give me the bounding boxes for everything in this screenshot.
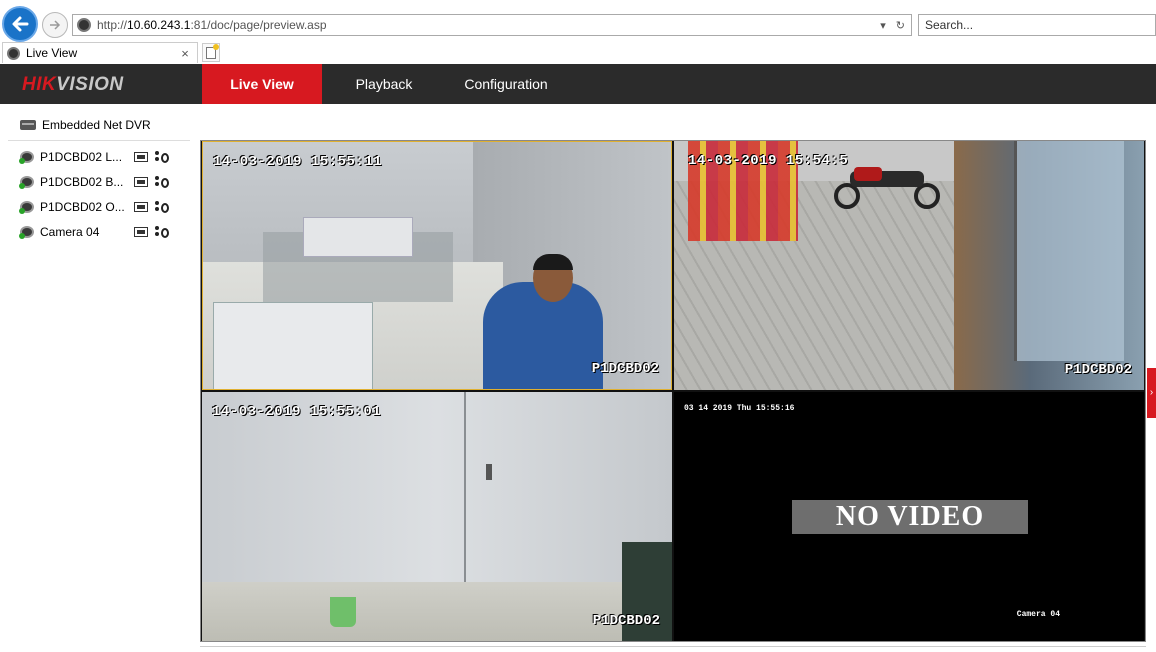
new-tab-icon <box>206 43 219 59</box>
panel-collapse-handle[interactable]: › <box>1147 368 1156 418</box>
camera-label: P1DCBD02 L... <box>40 150 123 164</box>
osd-timestamp: 14-03-2019 15:54:5 <box>688 153 849 169</box>
divider <box>200 646 1146 647</box>
address-bar[interactable]: http://10.60.243.1:81/doc/page/preview.a… <box>72 14 912 36</box>
osd-channel-name: P1DCBD02 <box>592 613 660 629</box>
camera-item[interactable]: P1DCBD02 O... <box>19 198 180 216</box>
divider <box>8 140 190 141</box>
app-topbar: HIKVISION Live View Playback Configurati… <box>0 64 1156 104</box>
device-tree-root[interactable]: Embedded Net DVR <box>20 118 151 132</box>
ptz-control-icon[interactable] <box>154 200 170 214</box>
url-text[interactable]: http://10.60.243.1:81/doc/page/preview.a… <box>97 18 880 32</box>
browser-tab-live-view[interactable]: Live View × <box>2 42 198 63</box>
camera-label: P1DCBD02 B... <box>40 175 124 189</box>
tab-title: Live View <box>26 46 78 60</box>
record-icon[interactable] <box>134 152 148 162</box>
video-tile-2[interactable]: 14-03-2019 15:54:5 P1DCBD02 <box>674 141 1144 390</box>
tab-configuration[interactable]: Configuration <box>446 64 566 104</box>
refresh-icon[interactable]: ↻ <box>896 19 905 32</box>
dvr-icon <box>20 120 36 130</box>
ptz-control-icon[interactable] <box>154 225 170 239</box>
site-icon <box>77 18 91 32</box>
video-tile-3[interactable]: 14-03-2019 15:55:01 P1DCBD02 <box>202 392 672 641</box>
osd-timestamp: 03 14 2019 Thu 15:55:16 <box>684 404 795 413</box>
record-icon[interactable] <box>134 202 148 212</box>
camera-online-icon <box>19 151 34 164</box>
osd-timestamp: 14-03-2019 15:55:01 <box>212 404 382 420</box>
record-icon[interactable] <box>134 177 148 187</box>
live-view-grid: 14-03-2019 15:55:11 P1DCBD02 14-03-2019 … <box>200 140 1146 642</box>
close-tab-icon[interactable]: × <box>177 46 193 61</box>
ptz-control-icon[interactable] <box>154 175 170 189</box>
osd-channel-name: P1DCBD02 <box>591 361 659 377</box>
record-icon[interactable] <box>134 227 148 237</box>
forward-button[interactable] <box>42 12 68 38</box>
video-tile-4[interactable]: 03 14 2019 Thu 15:55:16 NO VIDEO Camera … <box>674 392 1144 641</box>
browser-chrome: http://10.60.243.1:81/doc/page/preview.a… <box>0 0 1156 64</box>
osd-channel-name: P1DCBD02 <box>1064 362 1132 378</box>
no-video-message: NO VIDEO <box>792 500 1028 534</box>
new-tab-button[interactable] <box>202 43 220 62</box>
osd-channel-name: Camera 04 <box>1016 610 1060 619</box>
hikvision-logo: HIKVISION <box>22 74 124 95</box>
tab-favicon-icon <box>7 46 20 60</box>
back-arrow-icon <box>12 16 29 32</box>
camera-label: P1DCBD02 O... <box>40 200 125 214</box>
camera-sidebar: Embedded Net DVR P1DCBD02 L... P1DCBD02 … <box>0 104 192 652</box>
camera-online-icon <box>19 176 34 189</box>
ptz-control-icon[interactable] <box>154 150 170 164</box>
search-input[interactable] <box>918 14 1156 36</box>
chevron-right-icon: › <box>1149 387 1154 398</box>
video-tile-1[interactable]: 14-03-2019 15:55:11 P1DCBD02 <box>202 141 672 390</box>
forward-arrow-icon <box>50 20 61 30</box>
back-button[interactable] <box>2 6 38 42</box>
tab-playback[interactable]: Playback <box>336 64 432 104</box>
tab-live-view[interactable]: Live View <box>202 64 322 104</box>
camera-online-icon <box>19 226 34 239</box>
camera-label: Camera 04 <box>40 225 100 239</box>
device-name: Embedded Net DVR <box>42 118 151 132</box>
dropdown-icon[interactable]: ▾ <box>880 19 886 32</box>
camera-online-icon <box>19 201 34 214</box>
osd-timestamp: 14-03-2019 15:55:11 <box>213 154 383 170</box>
camera-item[interactable]: Camera 04 <box>19 223 180 241</box>
camera-item[interactable]: P1DCBD02 B... <box>19 173 180 191</box>
camera-item[interactable]: P1DCBD02 L... <box>19 148 180 166</box>
